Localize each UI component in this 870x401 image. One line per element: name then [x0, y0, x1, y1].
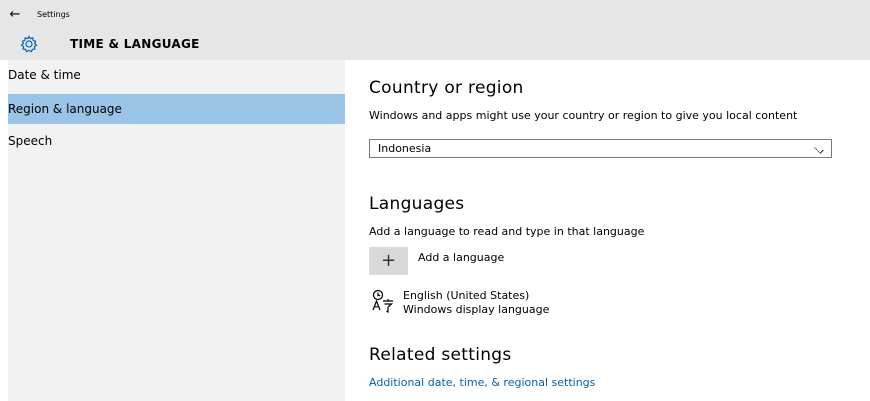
- languages-heading: Languages: [369, 194, 465, 214]
- add-language-button[interactable]: +: [369, 247, 408, 275]
- regional-settings-link[interactable]: Additional date, time, & regional settin…: [369, 376, 595, 389]
- sidebar-item-region-language[interactable]: Region & language: [8, 94, 345, 124]
- sidebar: Date & time Region & language Speech: [8, 60, 345, 401]
- gear-icon: [20, 35, 38, 53]
- sidebar-item-label: Date & time: [8, 68, 81, 82]
- sidebar-item-date-time[interactable]: Date & time: [8, 60, 345, 90]
- sidebar-item-speech[interactable]: Speech: [8, 126, 345, 156]
- plus-icon: +: [380, 250, 397, 271]
- related-settings-heading: Related settings: [369, 345, 512, 365]
- languages-description: Add a language to read and type in that …: [369, 225, 645, 238]
- sidebar-item-label: Region & language: [8, 102, 122, 116]
- country-heading: Country or region: [369, 78, 524, 98]
- country-dropdown[interactable]: Indonesia: [369, 139, 832, 158]
- add-language-label[interactable]: Add a language: [418, 251, 504, 264]
- sidebar-item-label: Speech: [8, 134, 53, 148]
- back-arrow-icon[interactable]: ←: [6, 6, 24, 24]
- chevron-down-icon: [814, 144, 824, 154]
- section-title: TIME & LANGUAGE: [70, 37, 200, 51]
- language-name[interactable]: English (United States): [403, 289, 529, 302]
- country-description: Windows and apps might use your country …: [369, 109, 798, 122]
- app-title: Settings: [37, 10, 70, 19]
- dropdown-value: Indonesia: [378, 142, 432, 155]
- language-icon: [372, 289, 394, 313]
- title-bar: ← Settings TIME & LANGUAGE: [0, 0, 870, 60]
- language-detail: Windows display language: [403, 303, 550, 316]
